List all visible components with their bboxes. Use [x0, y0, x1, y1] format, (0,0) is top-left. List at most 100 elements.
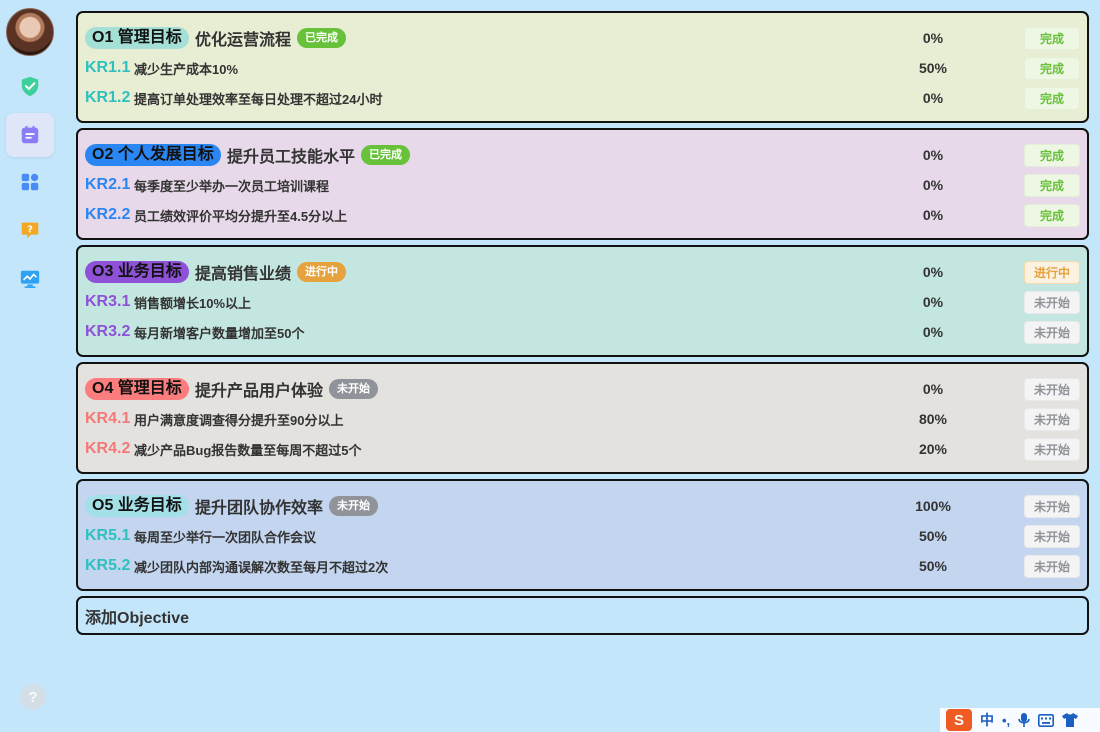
objective-card: O5 业务目标 提升团队协作效率 未开始 100% 未开始 KR5.1 每周至少举行一次团队…	[76, 479, 1089, 591]
sidebar-item-okr[interactable]	[6, 64, 54, 108]
objective-progress: 0%	[922, 264, 944, 280]
kr-action-button[interactable]: 未开始	[1024, 290, 1080, 314]
objective-label: O3 业务目标	[85, 261, 189, 283]
objective-label: O1 管理目标	[85, 27, 189, 49]
kr-row: KR4.1 用户满意度调查得分提升至90分以上 80% 未开始	[78, 404, 1087, 434]
ime-punctuation-toggle[interactable]: •,	[1002, 713, 1010, 728]
kr-progress: 50%	[918, 528, 948, 544]
kr-title: 每月新增客户数量增加至50个	[134, 325, 305, 341]
kr-row: KR4.2 减少产品Bug报告数量至每周不超过5个 20% 未开始	[78, 434, 1087, 464]
microphone-icon[interactable]	[1018, 712, 1030, 728]
objective-card: O3 业务目标 提高销售业绩 进行中 0% 进行中 KR3.1 销售额增长10%以上 0% 未开…	[76, 245, 1089, 357]
kr-row: KR3.2 每月新增客户数量增加至50个 0% 未开始	[78, 317, 1087, 347]
sidebar-item-calendar[interactable]	[6, 113, 54, 157]
objective-list: O1 管理目标 优化运营流程 已完成 0% 完成 KR1.1 减少生产成本10% 50% 完成 K…	[76, 11, 1089, 635]
objective-row: O4 管理目标 提升产品用户体验 未开始 0% 未开始	[78, 374, 1087, 404]
sidebar-item-dashboard[interactable]	[6, 257, 54, 301]
kr-row: KR3.1 销售额增长10%以上 0% 未开始	[78, 287, 1087, 317]
objective-label: O2 个人发展目标	[85, 144, 221, 166]
objective-action-button[interactable]: 未开始	[1024, 377, 1080, 401]
objective-card: O4 管理目标 提升产品用户体验 未开始 0% 未开始 KR4.1 用户满意度调查得分提升至…	[76, 362, 1089, 474]
kr-code: KR1.1	[85, 59, 131, 76]
objective-progress: 0%	[922, 30, 944, 46]
keyboard-icon[interactable]	[1038, 713, 1055, 727]
objective-label: O4 管理目标	[85, 378, 189, 400]
objective-action-button[interactable]: 完成	[1024, 143, 1080, 167]
kr-code: KR1.2	[85, 89, 131, 106]
calendar-icon	[21, 125, 39, 144]
status-badge: 已完成	[361, 145, 410, 165]
sidebar-item-apps[interactable]	[6, 160, 54, 204]
objective-action-button[interactable]: 完成	[1024, 26, 1080, 50]
kr-code: KR3.1	[85, 293, 131, 310]
objective-row: O2 个人发展目标 提升员工技能水平 已完成 0% 完成	[78, 140, 1087, 170]
objective-progress: 0%	[922, 381, 944, 397]
kr-action-button[interactable]: 未开始	[1024, 524, 1080, 548]
ime-toolbar: S 中 •,	[940, 708, 1100, 732]
kr-row: KR2.2 员工绩效评价平均分提升至4.5分以上 0% 完成	[78, 200, 1087, 230]
kr-code: KR2.2	[85, 206, 131, 223]
kr-code: KR2.1	[85, 176, 131, 193]
objective-title: 提升产品用户体验	[195, 383, 324, 400]
objective-title: 提升团队协作效率	[195, 500, 324, 517]
kr-progress: 20%	[918, 441, 948, 457]
sidebar-item-help[interactable]: ?	[6, 208, 54, 252]
kr-progress: 0%	[922, 324, 944, 340]
kr-progress: 80%	[918, 411, 948, 427]
objective-row: O1 管理目标 优化运营流程 已完成 0% 完成	[78, 23, 1087, 53]
kr-progress: 0%	[922, 207, 944, 223]
kr-row: KR1.2 提高订单处理效率至每日处理不超过24小时 0% 完成	[78, 83, 1087, 113]
status-badge: 已完成	[297, 28, 346, 48]
kr-action-button[interactable]: 完成	[1024, 203, 1080, 227]
kr-action-button[interactable]: 完成	[1024, 173, 1080, 197]
kr-row: KR5.1 每周至少举行一次团队合作会议 50% 未开始	[78, 521, 1087, 551]
help-icon[interactable]: ?	[20, 684, 46, 710]
svg-text:?: ?	[27, 224, 33, 235]
kr-title: 用户满意度调查得分提升至90分以上	[134, 412, 344, 428]
add-objective-button[interactable]: 添加Objective	[76, 596, 1089, 635]
ime-language-toggle[interactable]: 中	[980, 710, 994, 730]
kr-action-button[interactable]: 完成	[1024, 86, 1080, 110]
kr-title: 每季度至少举办一次员工培训课程	[134, 178, 330, 194]
kr-code: KR5.2	[85, 557, 131, 574]
kr-row: KR2.1 每季度至少举办一次员工培训课程 0% 完成	[78, 170, 1087, 200]
objective-title: 提升员工技能水平	[227, 149, 356, 166]
kr-title: 减少产品Bug报告数量至每周不超过5个	[134, 442, 362, 458]
kr-code: KR3.2	[85, 323, 131, 340]
kr-title: 提高订单处理效率至每日处理不超过24小时	[134, 91, 383, 107]
kr-progress: 0%	[922, 90, 944, 106]
status-badge: 进行中	[297, 262, 346, 282]
sidebar: ? ?	[0, 0, 62, 732]
kr-code: KR5.1	[85, 527, 131, 544]
kr-row: KR5.2 减少团队内部沟通误解次数至每月不超过2次 50% 未开始	[78, 551, 1087, 581]
kr-action-button[interactable]: 未开始	[1024, 437, 1080, 461]
objective-action-button[interactable]: 进行中	[1024, 260, 1080, 284]
monitor-chart-icon	[20, 270, 40, 288]
kr-progress: 50%	[918, 60, 948, 76]
kr-action-button[interactable]: 未开始	[1024, 554, 1080, 578]
kr-title: 每周至少举行一次团队合作会议	[134, 529, 317, 545]
kr-progress: 50%	[918, 558, 948, 574]
kr-title: 员工绩效评价平均分提升至4.5分以上	[134, 208, 348, 224]
kr-code: KR4.1	[85, 410, 131, 427]
kr-action-button[interactable]: 未开始	[1024, 320, 1080, 344]
objective-title: 提高销售业绩	[195, 266, 292, 283]
skin-shirt-icon[interactable]	[1062, 713, 1079, 727]
sogou-logo-icon[interactable]: S	[946, 709, 972, 731]
objective-title: 优化运营流程	[195, 32, 292, 49]
objective-row: O5 业务目标 提升团队协作效率 未开始 100% 未开始	[78, 491, 1087, 521]
kr-row: KR1.1 减少生产成本10% 50% 完成	[78, 53, 1087, 83]
kr-action-button[interactable]: 未开始	[1024, 407, 1080, 431]
apps-grid-icon	[21, 173, 39, 191]
kr-title: 减少团队内部沟通误解次数至每月不超过2次	[134, 559, 389, 575]
objective-progress: 0%	[922, 147, 944, 163]
kr-action-button[interactable]: 完成	[1024, 56, 1080, 80]
status-badge: 未开始	[329, 496, 378, 516]
objective-row: O3 业务目标 提高销售业绩 进行中 0% 进行中	[78, 257, 1087, 287]
kr-title: 减少生产成本10%	[134, 61, 239, 77]
objective-label: O5 业务目标	[85, 495, 189, 517]
avatar[interactable]	[6, 8, 54, 56]
objective-action-button[interactable]: 未开始	[1024, 494, 1080, 518]
shield-check-icon	[21, 76, 39, 97]
objective-card: O1 管理目标 优化运营流程 已完成 0% 完成 KR1.1 减少生产成本10% 50% 完成 K…	[76, 11, 1089, 123]
